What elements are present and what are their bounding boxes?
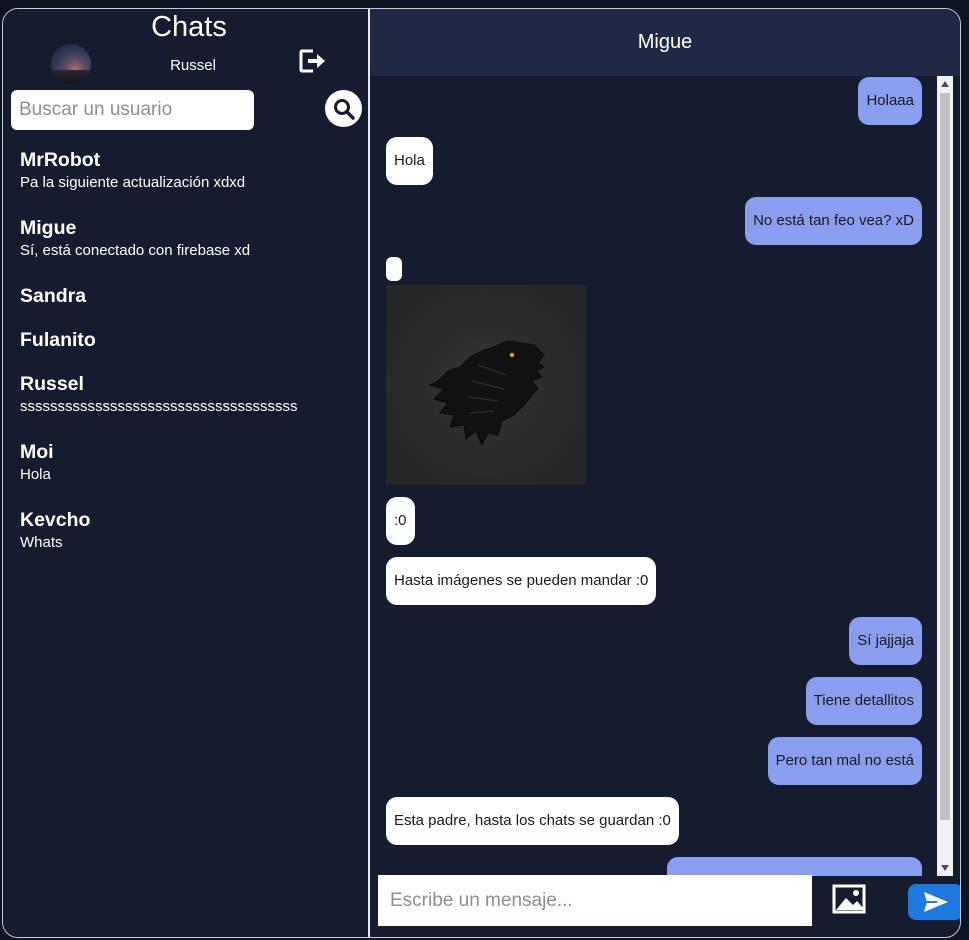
chat-item-migue[interactable]: Migue Sí, está conectado con firebase xd <box>20 215 250 260</box>
chat-item-last-message: Pa la siguiente actualización xdxd <box>20 174 246 191</box>
wolf-sigil-image <box>386 285 586 485</box>
message-bubble-sent-partial <box>667 857 922 876</box>
sidebar-title: Chats <box>151 11 227 43</box>
scroll-up-arrow-icon[interactable] <box>937 76 953 92</box>
chat-item-last-message: Hola <box>20 466 51 483</box>
chat-item-kevcho[interactable]: Kevcho Whats <box>20 507 90 552</box>
conversation-title: Migue <box>637 31 693 53</box>
message-bubble-sent: Pero tan mal no está <box>767 737 922 785</box>
logout-button[interactable] <box>299 49 327 75</box>
image-icon <box>832 884 866 914</box>
search-button[interactable] <box>325 90 362 127</box>
scroll-down-arrow-icon[interactable] <box>937 860 953 876</box>
chat-item-moi[interactable]: Moi Hola <box>20 439 54 484</box>
send-button[interactable] <box>908 884 960 920</box>
logout-icon <box>299 49 325 73</box>
chat-item-sandra[interactable]: Sandra <box>20 283 86 309</box>
avatar <box>51 44 91 84</box>
chat-item-name: Russel <box>20 373 84 395</box>
message-bubble-received: Esta padre, hasta los chats se guardan :… <box>386 797 679 845</box>
chat-item-russel[interactable]: Russel sssssssssssssssssssssssssssssssss… <box>20 371 298 416</box>
chat-item-name: Migue <box>20 217 77 239</box>
message-bubble-received-empty <box>386 257 402 281</box>
message-list: Holaaa Hola No está tan feo vea? xD:0 H… <box>370 76 938 876</box>
message-bubble-received: Hola <box>386 137 433 185</box>
message-bubble-sent: Sí jajjaja <box>849 617 922 665</box>
chat-item-name: MrRobot <box>20 149 101 171</box>
conversation-panel: Migue Holaaa Hola No está tan feo vea? x… <box>370 9 960 937</box>
message-image[interactable] <box>386 285 586 485</box>
chat-item-last-message: Whats <box>20 534 63 551</box>
attach-image-button[interactable] <box>832 884 868 916</box>
chat-item-name: Kevcho <box>20 509 91 531</box>
current-user-name: Russel <box>170 57 216 74</box>
message-bubble-sent: Holaaa <box>858 77 922 125</box>
send-icon <box>923 892 948 912</box>
chat-item-fulanito[interactable]: Fulanito <box>20 327 96 353</box>
message-bubble-received: Hasta imágenes se pueden mandar :0 <box>386 557 657 605</box>
chat-item-name: Sandra <box>20 285 87 307</box>
scrollbar-thumb[interactable] <box>940 93 950 820</box>
conversation-header: Migue <box>370 9 960 76</box>
chat-item-name: Moi <box>20 441 54 463</box>
message-bubble-sent: Tiene detallitos <box>805 677 922 725</box>
chat-app-window: Chats Russel MrRobot Pa la siguiente act… <box>2 8 961 938</box>
chat-item-last-message: Sí, está conectado con firebase xd <box>20 242 251 259</box>
message-bubble-sent: No está tan feo vea? xD <box>745 197 922 245</box>
message-bubble-received: :0 <box>386 497 415 545</box>
message-input[interactable] <box>378 875 812 926</box>
chat-item-mrrobot[interactable]: MrRobot Pa la siguiente actualización xd… <box>20 147 245 192</box>
chat-item-name: Fulanito <box>20 329 96 351</box>
message-scrollbar[interactable] <box>937 76 953 876</box>
search-input[interactable] <box>11 90 254 130</box>
chat-item-last-message: sssssssssssssssssssssssssssssssssssss <box>20 398 298 415</box>
sidebar: Chats Russel MrRobot Pa la siguiente act… <box>3 9 368 937</box>
search-icon <box>333 98 355 120</box>
